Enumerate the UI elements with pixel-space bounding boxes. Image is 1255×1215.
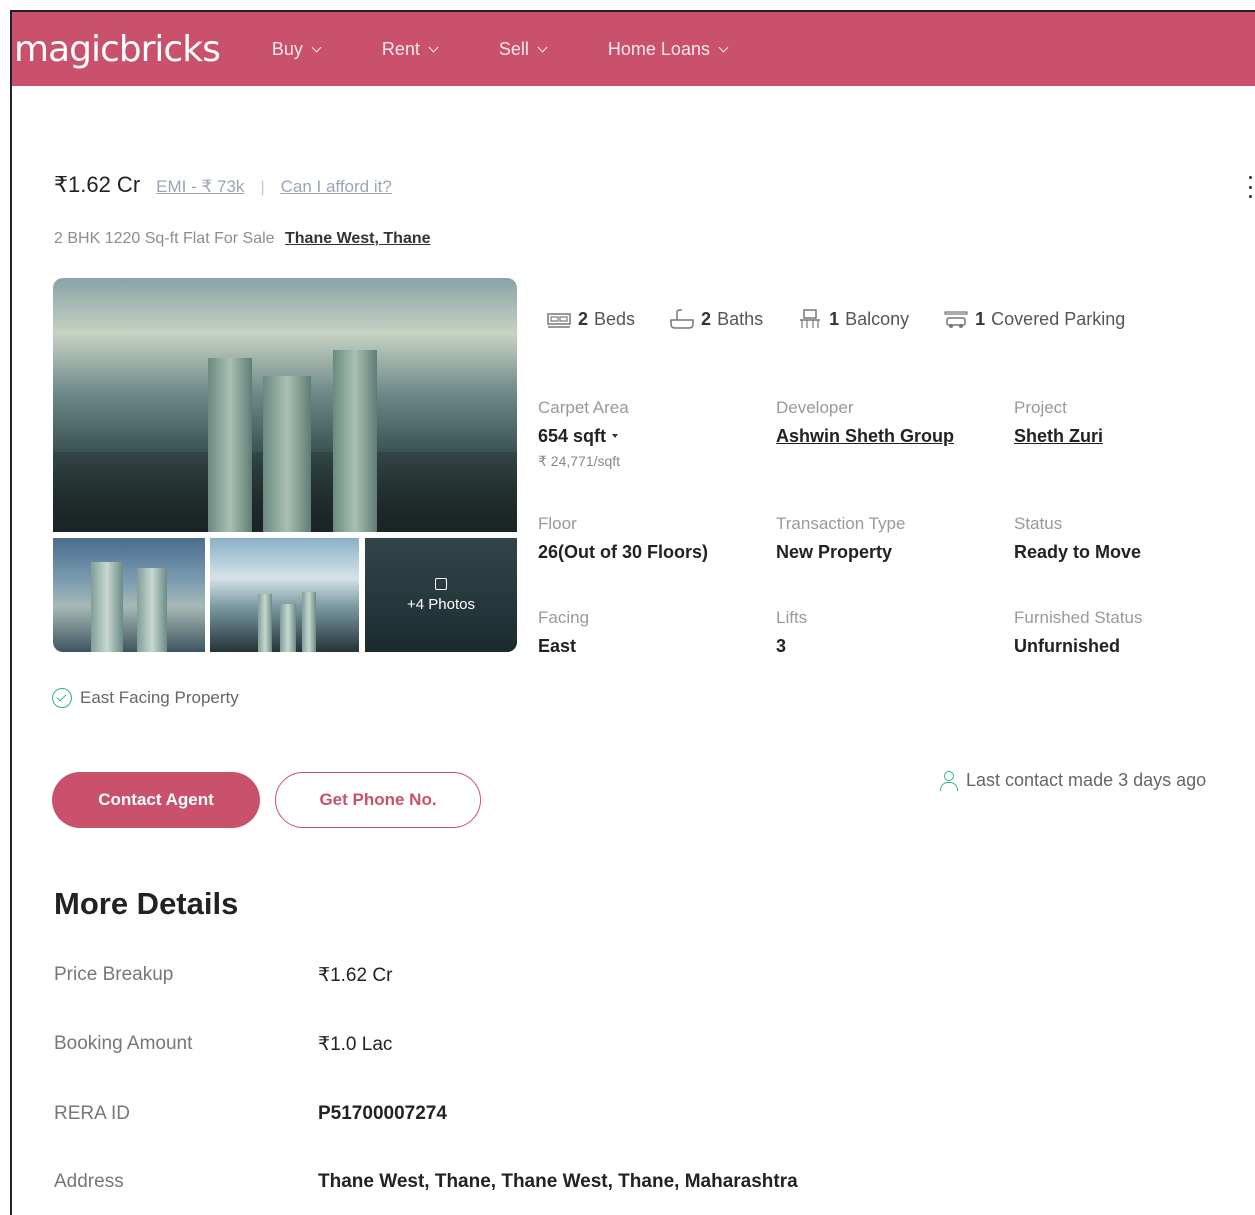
floor-attr: Floor 26(Out of 30 Floors) <box>538 514 708 563</box>
detail-value: P51700007274 <box>318 1103 447 1124</box>
project-label: Project <box>1014 398 1067 417</box>
page-frame: magicbricks Buy Rent Sell Home Loans ₹1.… <box>10 10 1255 1215</box>
chevron-down-icon <box>428 42 439 52</box>
facing-label: Facing <box>538 608 590 627</box>
detail-label: Address <box>54 1171 124 1192</box>
baths-label: Baths <box>717 308 764 329</box>
highlight-text: East Facing Property <box>80 688 239 707</box>
detail-label: Price Breakup <box>54 964 174 985</box>
emi-link[interactable]: EMI - ₹ 73k <box>156 177 244 197</box>
parking-info: 1 Covered Parking <box>943 308 1125 330</box>
nav-home-loans[interactable]: Home Loans <box>607 38 729 60</box>
project-attr: Project Sheth Zuri <box>1014 398 1103 447</box>
facing-attr: Facing East <box>538 608 589 657</box>
more-options-icon[interactable] <box>1249 176 1253 198</box>
more-photos-label: +4 Photos <box>407 595 475 613</box>
developer-label: Developer <box>776 398 854 417</box>
nav-buy-label: Buy <box>271 38 303 59</box>
photo-icon <box>435 577 447 590</box>
developer-link[interactable]: Ashwin Sheth Group <box>776 426 954 446</box>
chevron-down-icon <box>311 42 322 52</box>
nav-rent[interactable]: Rent <box>381 38 439 60</box>
status-attr: Status Ready to Move <box>1014 514 1141 563</box>
balcony-label: Balcony <box>845 308 910 329</box>
price-row: ₹1.62 Cr EMI - ₹ 73k | Can I afford it? <box>54 172 392 198</box>
caret-down-icon <box>612 434 619 438</box>
last-contact-text: Last contact made 3 days ago <box>966 770 1207 790</box>
detail-value: ₹1.62 Cr <box>318 965 393 986</box>
beds-label: Beds <box>594 308 636 329</box>
furnished-label: Furnished Status <box>1014 608 1143 627</box>
get-phone-button[interactable]: Get Phone No. <box>275 772 481 828</box>
lifts-attr: Lifts 3 <box>776 608 807 657</box>
location-link[interactable]: Thane West, Thane <box>285 230 431 247</box>
thumbnail-photo-2[interactable] <box>210 538 359 652</box>
listing-subtitle: 2 BHK 1220 Sq-ft Flat For Sale Thane Wes… <box>54 230 431 248</box>
project-link[interactable]: Sheth Zuri <box>1014 426 1103 446</box>
contact-agent-button[interactable]: Contact Agent <box>52 772 260 828</box>
more-details-title: More Details <box>54 886 239 921</box>
magicbricks-logo[interactable]: magicbricks <box>14 29 221 70</box>
floor-label: Floor <box>538 514 577 533</box>
beds-info: 2 Beds <box>546 308 635 330</box>
last-contact-info: Last contact made 3 days ago <box>940 770 1206 791</box>
can-i-afford-link[interactable]: Can I afford it? <box>281 177 392 197</box>
status-label: Status <box>1014 514 1063 533</box>
beds-count: 2 <box>578 308 589 329</box>
thumbnail-photo-1[interactable] <box>53 538 205 652</box>
listing-price: ₹1.62 Cr <box>54 172 141 197</box>
bed-icon <box>547 313 571 328</box>
detail-row-rera-id: RERA ID P51700007274 <box>54 1103 1054 1125</box>
baths-info: 2 Baths <box>669 308 763 330</box>
detail-value: Thane West, Thane, Thane West, Thane, Ma… <box>318 1171 798 1192</box>
lifts-value: 3 <box>776 636 787 656</box>
carpet-area-attr: Carpet Area 654 sqft ₹ 24,771/sqft <box>538 398 629 470</box>
price-separator: | <box>260 179 265 196</box>
amenities-row: 2 Beds 2 Baths 1 Balcony 1 Covered Parking <box>546 308 1125 330</box>
floor-value: 26(Out of 30 Floors) <box>538 542 709 562</box>
balcony-count: 1 <box>829 308 840 329</box>
more-photos-tile[interactable]: +4 Photos <box>365 538 517 652</box>
parking-count: 1 <box>975 308 986 329</box>
balcony-icon <box>800 309 821 328</box>
car-icon <box>944 311 968 328</box>
nav-buy[interactable]: Buy <box>271 38 322 60</box>
main-property-photo[interactable] <box>53 278 517 532</box>
carpet-area-label: Carpet Area <box>538 398 629 417</box>
nav-sell-label: Sell <box>498 38 529 59</box>
check-circle-icon <box>52 688 72 708</box>
top-header: magicbricks Buy Rent Sell Home Loans <box>12 12 1255 86</box>
nav-rent-label: Rent <box>381 38 420 59</box>
listing-summary: 2 BHK 1220 Sq-ft Flat For Sale <box>54 230 275 247</box>
parking-label: Covered Parking <box>991 308 1126 329</box>
facing-value: East <box>538 636 577 656</box>
lifts-label: Lifts <box>776 608 808 627</box>
balcony-info: 1 Balcony <box>797 308 909 330</box>
nav-home-loans-label: Home Loans <box>607 38 710 59</box>
detail-row-booking-amount: Booking Amount ₹1.0 Lac <box>54 1033 1054 1056</box>
status-value: Ready to Move <box>1014 542 1142 562</box>
bathtub-icon <box>670 309 694 329</box>
detail-label: RERA ID <box>54 1103 131 1124</box>
person-icon <box>940 770 958 791</box>
chevron-down-icon <box>537 42 548 52</box>
carpet-area-value[interactable]: 654 sqft <box>538 426 629 447</box>
chevron-down-icon <box>718 42 729 52</box>
transaction-label: Transaction Type <box>776 514 906 533</box>
developer-attr: Developer Ashwin Sheth Group <box>776 398 954 447</box>
baths-count: 2 <box>701 308 712 329</box>
carpet-area-rate: ₹ 24,771/sqft <box>538 453 621 469</box>
detail-row-price-breakup: Price Breakup ₹1.62 Cr <box>54 964 1054 987</box>
furnished-value: Unfurnished <box>1014 636 1120 656</box>
nav-sell[interactable]: Sell <box>498 38 548 60</box>
transaction-attr: Transaction Type New Property <box>776 514 905 563</box>
detail-row-address: Address Thane West, Thane, Thane West, T… <box>54 1171 1054 1193</box>
transaction-value: New Property <box>776 542 893 562</box>
furnished-attr: Furnished Status Unfurnished <box>1014 608 1143 657</box>
highlight-note: East Facing Property <box>52 688 239 708</box>
detail-value: ₹1.0 Lac <box>318 1034 393 1055</box>
photo-gallery: +4 Photos <box>53 278 517 652</box>
detail-label: Booking Amount <box>54 1033 193 1054</box>
